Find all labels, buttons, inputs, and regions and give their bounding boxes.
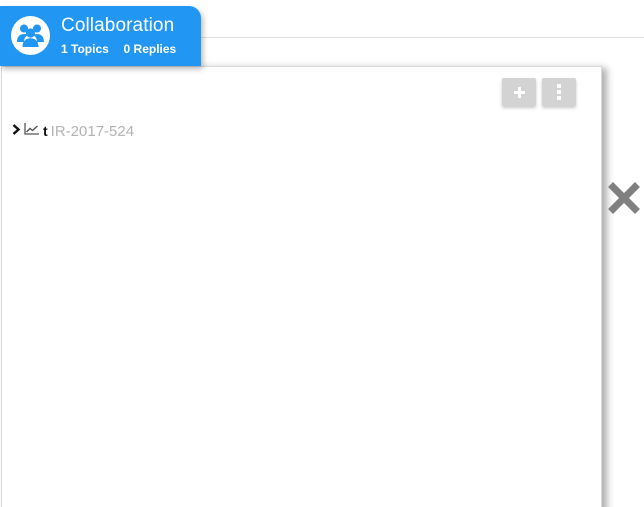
header-divider — [200, 37, 644, 38]
plus-icon — [513, 86, 525, 98]
collaboration-window: Collaboration 1 Topics 0 Replies t IR-20… — [0, 0, 644, 507]
tree-item-label[interactable]: IR-2017-524 — [51, 123, 134, 140]
add-topic-button[interactable] — [502, 78, 536, 106]
chevron-right-icon[interactable] — [12, 122, 21, 140]
line-chart-icon — [24, 122, 40, 140]
collaboration-title: Collaboration — [61, 15, 175, 36]
more-options-button[interactable] — [542, 78, 576, 106]
topics-label: Topics — [71, 42, 109, 56]
tree-item[interactable]: t IR-2017-524 — [12, 121, 134, 141]
vertical-ellipsis-icon — [557, 84, 561, 100]
collaboration-tab[interactable]: Collaboration 1 Topics 0 Replies — [0, 6, 201, 66]
close-x-icon[interactable] — [608, 182, 640, 214]
collaboration-stats: 1 Topics 0 Replies — [61, 42, 176, 56]
replies-count: 0 — [123, 42, 131, 56]
topics-count: 1 — [61, 42, 68, 56]
tree-item-prefix: t — [43, 123, 48, 139]
users-group-icon — [11, 16, 50, 55]
topics-panel: t IR-2017-524 — [1, 66, 602, 507]
replies-label: Replies — [133, 42, 177, 56]
